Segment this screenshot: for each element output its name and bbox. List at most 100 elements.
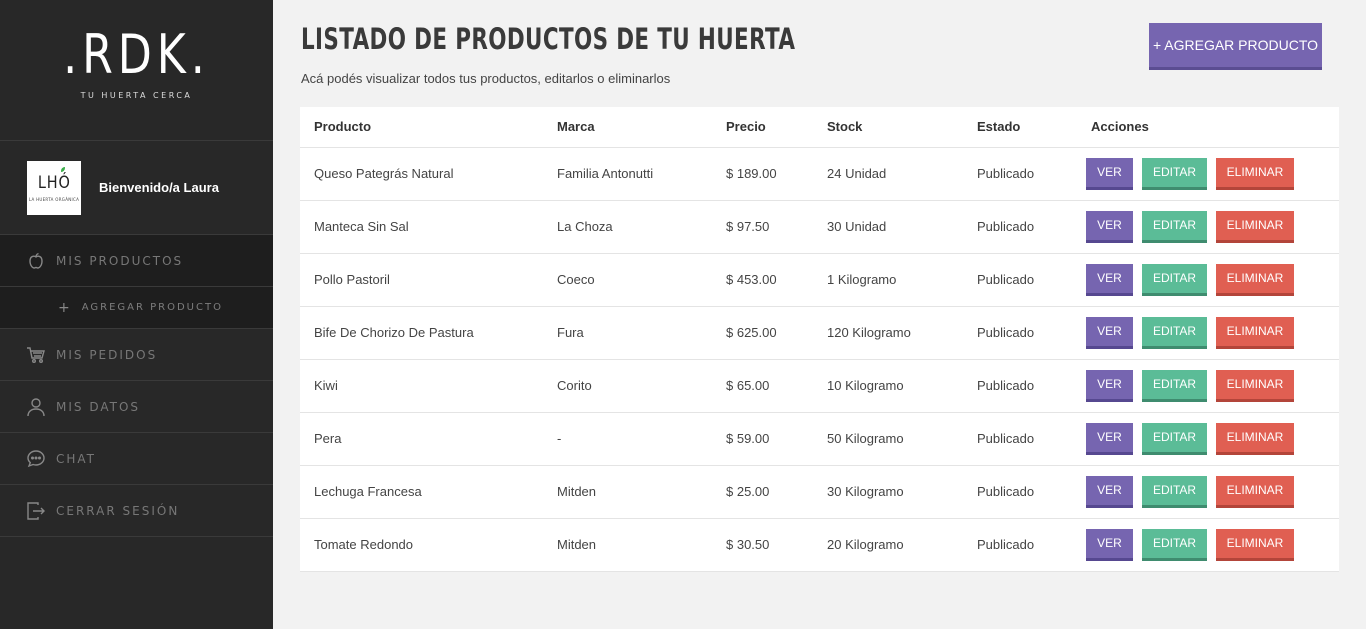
cell-acciones: VER EDITAR ELIMINAR <box>1077 518 1339 572</box>
page-title: LISTADO DE PRODUCTOS DE TU HUERTA <box>301 22 796 56</box>
user-panel: LHÓ LA HUERTA ORGÁNICA Bienvenido/a Laur… <box>0 141 273 235</box>
sidebar-item-mis-datos[interactable]: MIS DATOS <box>0 381 273 433</box>
cell-acciones: VER EDITAR ELIMINAR <box>1077 253 1339 307</box>
view-button[interactable]: VER <box>1086 369 1133 402</box>
leaf-icon <box>61 166 65 172</box>
cell-marca: Mitden <box>543 518 712 572</box>
column-header-producto: Producto <box>300 107 543 148</box>
cell-precio: $ 25.00 <box>712 465 813 519</box>
cell-acciones: VER EDITAR ELIMINAR <box>1077 306 1339 360</box>
cell-producto: Manteca Sin Sal <box>300 200 543 254</box>
cart-icon <box>26 345 46 365</box>
cell-marca: Corito <box>543 359 712 413</box>
edit-button[interactable]: EDITAR <box>1142 528 1207 561</box>
cell-estado: Publicado <box>963 200 1077 254</box>
cell-stock: 120 Kilogramo <box>813 306 963 360</box>
cell-precio: $ 59.00 <box>712 412 813 466</box>
table-row: Queso Pategrás Natural Familia Antonutti $… <box>300 147 1339 201</box>
sidebar-item-label: CHAT <box>56 451 97 466</box>
view-button[interactable]: VER <box>1086 263 1133 296</box>
view-button[interactable]: VER <box>1086 528 1133 561</box>
cell-acciones: VER EDITAR ELIMINAR <box>1077 200 1339 254</box>
logo-tagline: TU HUERTA CERCA <box>80 91 193 100</box>
cell-acciones: VER EDITAR ELIMINAR <box>1077 147 1339 201</box>
sidebar-item-agregar-producto[interactable]: + AGREGAR PRODUCTO <box>0 287 273 329</box>
avatar-subtext: LA HUERTA ORGÁNICA <box>28 196 80 202</box>
table-header-row: Producto Marca Precio Stock Estado Accio… <box>300 107 1339 148</box>
cell-stock: 10 Kilogramo <box>813 359 963 413</box>
plus-icon: + <box>58 299 72 316</box>
cell-estado: Publicado <box>963 518 1077 572</box>
avatar: LHÓ LA HUERTA ORGÁNICA <box>27 160 81 215</box>
sidebar-item-cerrar-sesion[interactable]: CERRAR SESIÓN <box>0 485 273 537</box>
welcome-text: Bienvenido/a Laura <box>99 180 219 195</box>
delete-button[interactable]: ELIMINAR <box>1216 528 1294 561</box>
cell-estado: Publicado <box>963 412 1077 466</box>
cell-marca: Familia Antonutti <box>543 147 712 201</box>
delete-button[interactable]: ELIMINAR <box>1216 316 1294 349</box>
cell-precio: $ 65.00 <box>712 359 813 413</box>
cell-stock: 1 Kilogramo <box>813 253 963 307</box>
cell-marca: Fura <box>543 306 712 360</box>
cell-producto: Queso Pategrás Natural <box>300 147 543 201</box>
cell-marca: Mitden <box>543 465 712 519</box>
delete-button[interactable]: ELIMINAR <box>1216 422 1294 455</box>
add-product-button[interactable]: + AGREGAR PRODUCTO <box>1149 23 1322 70</box>
cell-marca: Coeco <box>543 253 712 307</box>
delete-button[interactable]: ELIMINAR <box>1216 263 1294 296</box>
logout-icon <box>26 501 46 521</box>
cell-producto: Pera <box>300 412 543 466</box>
delete-button[interactable]: ELIMINAR <box>1216 210 1294 243</box>
sidebar-item-mis-productos[interactable]: MIS PRODUCTOS <box>0 235 273 287</box>
cell-precio: $ 97.50 <box>712 200 813 254</box>
edit-button[interactable]: EDITAR <box>1142 422 1207 455</box>
cell-marca: - <box>543 412 712 466</box>
cell-estado: Publicado <box>963 147 1077 201</box>
column-header-estado: Estado <box>963 107 1077 148</box>
column-header-marca: Marca <box>543 107 712 148</box>
user-icon <box>26 397 46 417</box>
cell-producto: Lechuga Francesa <box>300 465 543 519</box>
view-button[interactable]: VER <box>1086 316 1133 349</box>
sidebar-item-chat[interactable]: CHAT <box>0 433 273 485</box>
products-table: Producto Marca Precio Stock Estado Accio… <box>300 107 1339 572</box>
view-button[interactable]: VER <box>1086 475 1133 508</box>
view-button[interactable]: VER <box>1086 157 1133 190</box>
edit-button[interactable]: EDITAR <box>1142 475 1207 508</box>
cell-estado: Publicado <box>963 306 1077 360</box>
edit-button[interactable]: EDITAR <box>1142 157 1207 190</box>
table-row: Lechuga Francesa Mitden $ 25.00 30 Kilogram… <box>300 465 1339 519</box>
cell-precio: $ 30.50 <box>712 518 813 572</box>
products-table-card: Producto Marca Precio Stock Estado Accio… <box>300 107 1339 572</box>
column-header-stock: Stock <box>813 107 963 148</box>
page-subtitle: Acá podés visualizar todos tus productos… <box>301 71 671 86</box>
table-row: Manteca Sin Sal La Choza $ 97.50 30 Unidad P… <box>300 200 1339 254</box>
table-row: Pollo Pastoril Coeco $ 453.00 1 Kilogramo Pu… <box>300 253 1339 307</box>
cell-stock: 30 Unidad <box>813 200 963 254</box>
main-content: LISTADO DE PRODUCTOS DE TU HUERTA Acá po… <box>273 0 1366 629</box>
sidebar-item-mis-pedidos[interactable]: MIS PEDIDOS <box>0 329 273 381</box>
cell-marca: La Choza <box>543 200 712 254</box>
edit-button[interactable]: EDITAR <box>1142 316 1207 349</box>
table-row: Pera - $ 59.00 50 Kilogramo Publicado VER EDIT… <box>300 412 1339 466</box>
edit-button[interactable]: EDITAR <box>1142 210 1207 243</box>
sidebar-item-label: MIS PEDIDOS <box>56 347 158 362</box>
cell-estado: Publicado <box>963 465 1077 519</box>
chat-icon <box>26 449 46 469</box>
table-row: Bife De Chorizo De Pastura Fura $ 625.00 12… <box>300 306 1339 360</box>
column-header-acciones: Acciones <box>1077 107 1339 148</box>
edit-button[interactable]: EDITAR <box>1142 369 1207 402</box>
view-button[interactable]: VER <box>1086 210 1133 243</box>
delete-button[interactable]: ELIMINAR <box>1216 475 1294 508</box>
cell-producto: Kiwi <box>300 359 543 413</box>
sidebar-item-label: CERRAR SESIÓN <box>56 503 180 518</box>
sidebar: .RDK. TU HUERTA CERCA LHÓ LA HUERTA ORGÁ… <box>0 0 273 629</box>
cell-estado: Publicado <box>963 359 1077 413</box>
delete-button[interactable]: ELIMINAR <box>1216 157 1294 190</box>
edit-button[interactable]: EDITAR <box>1142 263 1207 296</box>
view-button[interactable]: VER <box>1086 422 1133 455</box>
brand-logo[interactable]: .RDK. TU HUERTA CERCA <box>0 0 273 141</box>
cell-acciones: VER EDITAR ELIMINAR <box>1077 412 1339 466</box>
cell-producto: Bife De Chorizo De Pastura <box>300 306 543 360</box>
delete-button[interactable]: ELIMINAR <box>1216 369 1294 402</box>
